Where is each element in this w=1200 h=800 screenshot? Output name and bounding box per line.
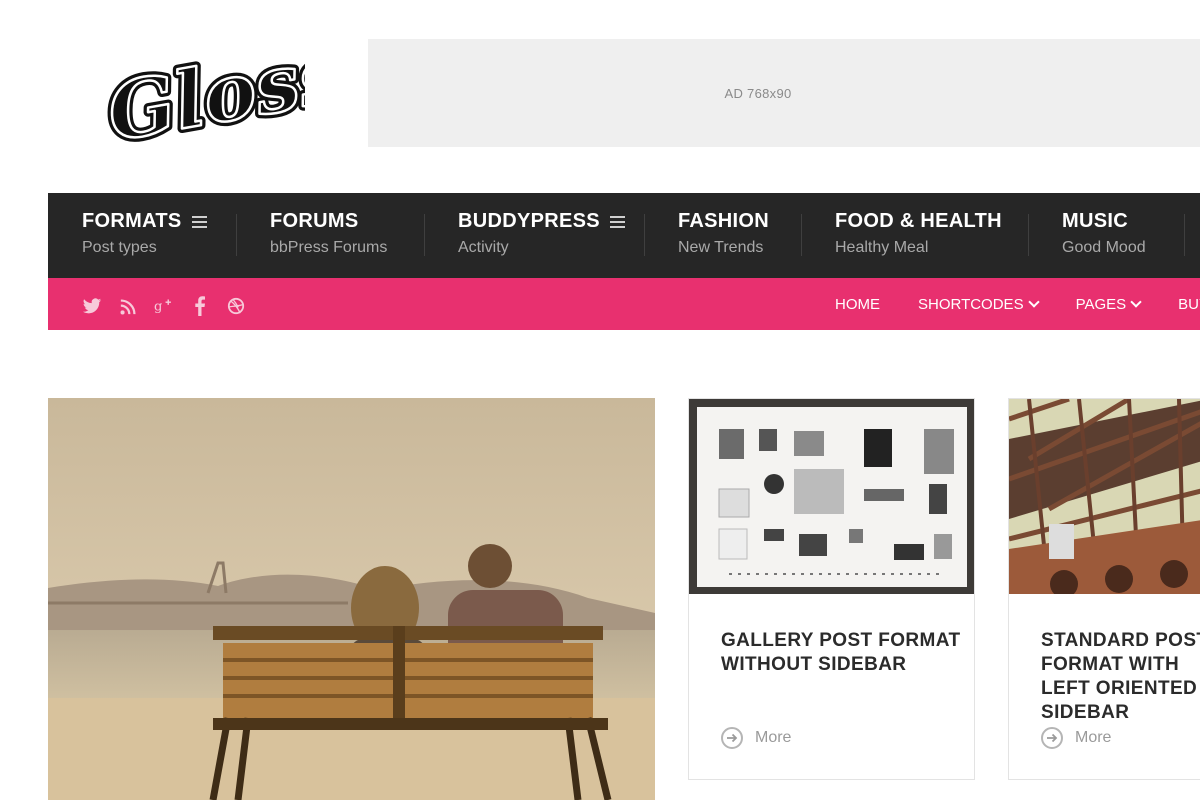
nav-subtitle: New Trends	[678, 239, 764, 256]
social-links: g	[82, 296, 246, 316]
chevron-down-icon	[1027, 295, 1040, 308]
post-card-title[interactable]: STANDARD POST FORMAT WITH LEFT ORIENTED …	[1041, 629, 1200, 725]
arrow-right-circle-icon	[721, 727, 743, 749]
chevron-down-icon	[1130, 295, 1142, 308]
nav-divider	[801, 214, 802, 256]
nav-title: FORUMS	[270, 210, 359, 232]
nav-subtitle: Activity	[458, 239, 509, 256]
top-links: HOME SHORTCODES PAGES BUY	[835, 278, 1200, 330]
nav-divider	[1028, 214, 1029, 256]
nav-item-buddypress[interactable]: BUDDYPRESS Activity	[458, 193, 625, 278]
ad-banner[interactable]: AD 768x90	[368, 39, 1200, 147]
nav-item-formats[interactable]: FORMATS Post types	[82, 193, 207, 278]
site-logo[interactable]: Gloss Gloss	[100, 40, 305, 155]
google-plus-icon[interactable]: g	[154, 296, 174, 316]
nav-subtitle: Healthy Meal	[835, 239, 929, 256]
top-link-label: PAGES	[1075, 295, 1127, 313]
secondary-nav: g HOME SHORTCODES PAGES BUY	[48, 278, 1200, 330]
nav-item-food-health[interactable]: FOOD & HEALTH Healthy Meal	[835, 193, 1002, 278]
nav-divider	[644, 214, 645, 256]
top-link-shortcodes[interactable]: SHORTCODES	[918, 295, 1040, 313]
top-link-buy[interactable]: BUY	[1178, 296, 1200, 313]
svg-text:g: g	[154, 300, 162, 315]
nav-item-fashion[interactable]: FASHION New Trends	[678, 193, 769, 278]
nav-item-music[interactable]: MUSIC Good Mood	[1062, 193, 1146, 278]
arrow-right-circle-icon	[1041, 727, 1063, 749]
nav-divider	[1184, 214, 1185, 256]
nav-title: FOOD & HEALTH	[835, 210, 1002, 232]
nav-title: FORMATS	[82, 210, 182, 232]
nav-divider	[236, 214, 237, 256]
nav-divider	[424, 214, 425, 256]
facebook-icon[interactable]	[190, 296, 210, 316]
nav-subtitle: bbPress Forums	[270, 239, 388, 256]
post-card[interactable]: GALLERY POST FORMAT WITHOUT SIDEBAR More	[688, 398, 975, 780]
ad-label: AD 768x90	[724, 85, 792, 101]
menu-icon	[609, 215, 625, 228]
top-link-label: BUY	[1178, 295, 1200, 313]
top-link-pages[interactable]: PAGES	[1075, 295, 1142, 313]
post-card-image[interactable]	[689, 399, 974, 594]
menu-icon	[191, 215, 207, 228]
more-label: More	[755, 729, 792, 746]
top-link-label: HOME	[835, 295, 880, 313]
more-link[interactable]: More	[1041, 727, 1111, 749]
nav-title: MUSIC	[1062, 210, 1128, 232]
nav-item-forums[interactable]: FORUMS bbPress Forums	[270, 193, 387, 278]
post-card[interactable]: STANDARD POST FORMAT WITH LEFT ORIENTED …	[1008, 398, 1200, 780]
svg-text:Gloss: Gloss	[101, 40, 305, 155]
post-card-image[interactable]	[1009, 399, 1200, 594]
dribbble-icon[interactable]	[226, 296, 246, 316]
featured-post-image[interactable]	[48, 398, 655, 800]
twitter-icon[interactable]	[82, 296, 102, 316]
nav-title: BUDDYPRESS	[458, 210, 600, 232]
top-link-label: SHORTCODES	[918, 295, 1024, 313]
more-label: More	[1075, 729, 1112, 746]
nav-subtitle: Post types	[82, 239, 157, 256]
rss-icon[interactable]	[118, 296, 138, 316]
more-link[interactable]: More	[721, 727, 791, 749]
nav-title: FASHION	[678, 210, 769, 232]
nav-subtitle: Good Mood	[1062, 239, 1146, 256]
post-card-title[interactable]: GALLERY POST FORMAT WITHOUT SIDEBAR	[721, 629, 961, 677]
top-link-home[interactable]: HOME	[835, 296, 880, 313]
